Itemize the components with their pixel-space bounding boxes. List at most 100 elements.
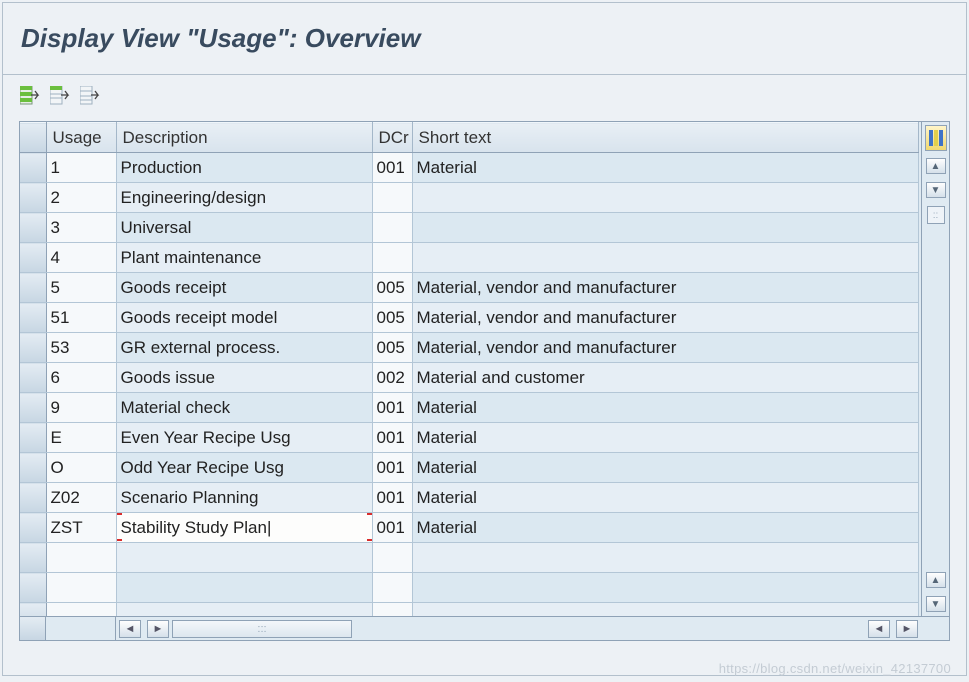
hscroll-right-button[interactable]: ► xyxy=(147,620,169,638)
column-header-shorttext[interactable]: Short text xyxy=(412,123,919,153)
row-selector[interactable] xyxy=(20,453,46,483)
scroll-down-button-bottom[interactable]: ▼ xyxy=(926,596,946,612)
cell-description[interactable]: Goods issue xyxy=(116,363,372,393)
table-row[interactable]: EEven Year Recipe Usg001Material xyxy=(20,423,919,453)
cell-usage[interactable]: E xyxy=(46,423,116,453)
hscroll-left-button-2[interactable]: ◄ xyxy=(868,620,890,638)
cell-description[interactable]: Plant maintenance xyxy=(116,243,372,273)
table-row[interactable] xyxy=(20,573,919,603)
cell-description[interactable]: Goods receipt xyxy=(116,273,372,303)
toolbar-select-all-button[interactable] xyxy=(19,85,43,107)
hscroll-track[interactable]: ::: xyxy=(172,620,352,638)
cell-dcr[interactable]: 001 xyxy=(372,153,412,183)
row-selector[interactable] xyxy=(20,183,46,213)
table-row[interactable]: 9Material check001Material xyxy=(20,393,919,423)
table-row[interactable]: 3Universal xyxy=(20,213,919,243)
row-selector[interactable] xyxy=(20,273,46,303)
cell-usage[interactable]: 1 xyxy=(46,153,116,183)
cell-usage[interactable]: 4 xyxy=(46,243,116,273)
cell-usage[interactable]: 9 xyxy=(46,393,116,423)
scroll-down-button[interactable]: ▼ xyxy=(926,182,946,198)
cell-dcr[interactable] xyxy=(372,543,412,573)
cell-shorttext[interactable] xyxy=(412,573,919,603)
column-header-dcr[interactable]: DCr xyxy=(372,123,412,153)
cell-description[interactable]: Engineering/design xyxy=(116,183,372,213)
cell-description[interactable]: Production xyxy=(116,153,372,183)
row-selector[interactable] xyxy=(20,213,46,243)
toolbar-deselect-all-button[interactable] xyxy=(79,85,103,107)
row-selector[interactable] xyxy=(20,333,46,363)
cell-description[interactable]: Goods receipt model xyxy=(116,303,372,333)
cell-description[interactable]: Stability Study Plan| xyxy=(116,513,372,543)
column-selector[interactable] xyxy=(20,123,46,153)
cell-dcr[interactable] xyxy=(372,573,412,603)
cell-dcr[interactable] xyxy=(372,183,412,213)
cell-usage[interactable]: 6 xyxy=(46,363,116,393)
column-header-description[interactable]: Description xyxy=(116,123,372,153)
table-row[interactable]: 5Goods receipt005Material, vendor and ma… xyxy=(20,273,919,303)
cell-dcr[interactable]: 001 xyxy=(372,483,412,513)
cell-dcr[interactable]: 005 xyxy=(372,303,412,333)
cell-dcr[interactable] xyxy=(372,243,412,273)
cell-description[interactable] xyxy=(116,543,372,573)
cell-dcr[interactable]: 005 xyxy=(372,273,412,303)
cell-dcr[interactable]: 001 xyxy=(372,453,412,483)
hscroll-right-button-2[interactable]: ► xyxy=(896,620,918,638)
cell-description[interactable]: Material check xyxy=(116,393,372,423)
scroll-drag-handle[interactable]: :: xyxy=(927,206,945,224)
row-selector[interactable] xyxy=(20,303,46,333)
cell-usage[interactable]: 2 xyxy=(46,183,116,213)
cell-usage[interactable]: Z02 xyxy=(46,483,116,513)
table-row[interactable]: OOdd Year Recipe Usg001Material xyxy=(20,453,919,483)
cell-dcr[interactable]: 005 xyxy=(372,333,412,363)
row-selector[interactable] xyxy=(20,363,46,393)
cell-usage[interactable] xyxy=(46,543,116,573)
scroll-up-button-bottom[interactable]: ▲ xyxy=(926,572,946,588)
cell-shorttext[interactable] xyxy=(412,243,919,273)
cell-shorttext[interactable]: Material, vendor and manufacturer xyxy=(412,333,919,363)
table-row[interactable]: 6Goods issue002Material and customer xyxy=(20,363,919,393)
cell-description[interactable] xyxy=(116,573,372,603)
cell-dcr[interactable]: 001 xyxy=(372,423,412,453)
cell-usage[interactable]: 53 xyxy=(46,333,116,363)
table-row[interactable]: Z02Scenario Planning001Material xyxy=(20,483,919,513)
cell-shorttext[interactable]: Material and customer xyxy=(412,363,919,393)
cell-shorttext[interactable]: Material xyxy=(412,393,919,423)
table-row[interactable]: 53GR external process.005Material, vendo… xyxy=(20,333,919,363)
cell-usage[interactable]: 51 xyxy=(46,303,116,333)
cell-usage[interactable]: ZST xyxy=(46,513,116,543)
cell-shorttext[interactable]: Material, vendor and manufacturer xyxy=(412,303,919,333)
cell-dcr[interactable]: 001 xyxy=(372,513,412,543)
cell-usage[interactable]: 5 xyxy=(46,273,116,303)
row-selector[interactable] xyxy=(20,393,46,423)
column-header-usage[interactable]: Usage xyxy=(46,123,116,153)
cell-shorttext[interactable]: Material xyxy=(412,483,919,513)
row-selector[interactable] xyxy=(20,483,46,513)
cell-dcr[interactable] xyxy=(372,213,412,243)
cell-usage[interactable]: 3 xyxy=(46,213,116,243)
table-row[interactable] xyxy=(20,543,919,573)
toolbar-select-block-button[interactable] xyxy=(49,85,73,107)
cell-shorttext[interactable]: Material xyxy=(412,513,919,543)
table-row[interactable]: 51Goods receipt model005Material, vendor… xyxy=(20,303,919,333)
table-settings-icon[interactable] xyxy=(925,125,947,151)
cell-usage[interactable]: O xyxy=(46,453,116,483)
scroll-up-button[interactable]: ▲ xyxy=(926,158,946,174)
cell-dcr[interactable]: 002 xyxy=(372,363,412,393)
cell-description[interactable]: Scenario Planning xyxy=(116,483,372,513)
cell-description[interactable]: GR external process. xyxy=(116,333,372,363)
cell-description[interactable]: Odd Year Recipe Usg xyxy=(116,453,372,483)
cell-shorttext[interactable]: Material xyxy=(412,453,919,483)
cell-shorttext[interactable] xyxy=(412,543,919,573)
cell-description[interactable]: Even Year Recipe Usg xyxy=(116,423,372,453)
table-row[interactable]: 2Engineering/design xyxy=(20,183,919,213)
cell-shorttext[interactable] xyxy=(412,213,919,243)
cell-shorttext[interactable]: Material xyxy=(412,153,919,183)
table-row[interactable]: 4Plant maintenance xyxy=(20,243,919,273)
row-selector[interactable] xyxy=(20,513,46,543)
cell-usage[interactable] xyxy=(46,573,116,603)
cell-shorttext[interactable] xyxy=(412,183,919,213)
table-row[interactable]: 1Production001Material xyxy=(20,153,919,183)
table-row[interactable]: ZSTStability Study Plan|001Material xyxy=(20,513,919,543)
cell-shorttext[interactable]: Material, vendor and manufacturer xyxy=(412,273,919,303)
